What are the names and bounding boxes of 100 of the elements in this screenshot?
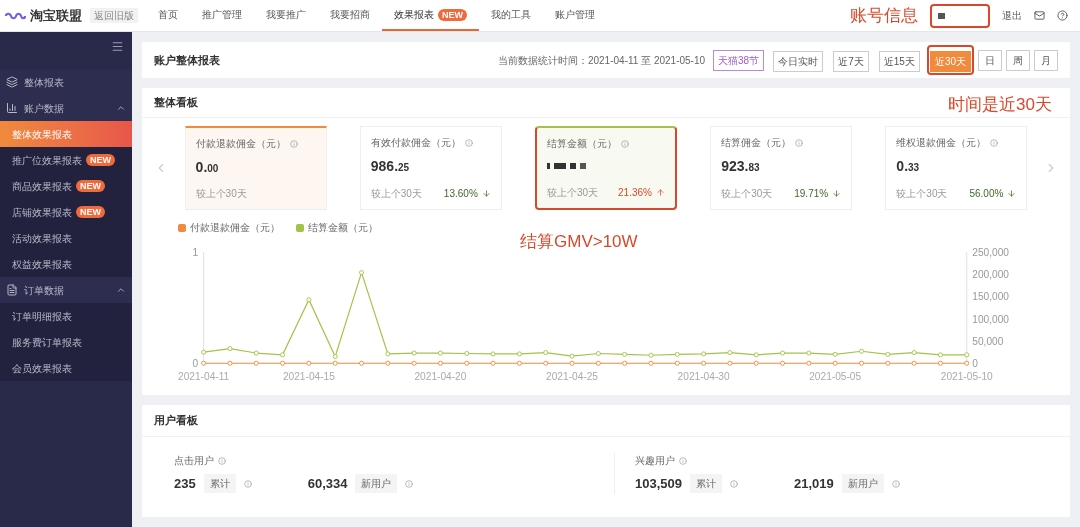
range-button[interactable]: 近7天 — [833, 51, 869, 72]
mail-icon[interactable] — [1034, 10, 1045, 21]
compare-label: 较上个30天 — [896, 187, 948, 201]
axis-label: 2021-04-15 — [282, 370, 335, 382]
panel-title: 整体看板 — [154, 95, 198, 111]
granularity-button[interactable]: 日 — [978, 49, 1002, 71]
report-title: 账户整体报表 — [154, 52, 220, 68]
axis-label: 2021-04-30 — [677, 370, 730, 382]
logout-link[interactable]: 退出 — [1002, 8, 1022, 23]
sidebar-group[interactable]: 整体报表 — [0, 69, 132, 95]
metric-value: 0.00 — [195, 159, 220, 177]
axis-label: 100,000 — [972, 313, 1009, 325]
info-icon[interactable] — [620, 139, 629, 148]
sidebar-group[interactable]: 账户数据 — [0, 95, 132, 121]
axis-label: 250,000 — [972, 246, 1009, 258]
metric-value: 0.33 — [896, 158, 921, 176]
stat-value: 60,334 — [307, 475, 348, 493]
new-badge: NEW — [86, 154, 115, 166]
nav-tab[interactable]: 效果报表 NEW — [382, 0, 479, 31]
axis-label: 50,000 — [972, 335, 1004, 347]
redacted-account-icon — [938, 12, 945, 19]
metric-title: 付款退款佣金（元） — [195, 137, 286, 151]
nav-tab[interactable]: 首页 — [146, 0, 190, 31]
metric-card[interactable]: 结算佣金（元） 923.83 较上个30天 19.71% — [710, 126, 853, 210]
nav-tab[interactable]: 我的工具 — [479, 0, 543, 31]
axis-label: 1 — [192, 246, 199, 258]
metric-card[interactable]: 有效付款佣金（元） 986.25 较上个30天 13.60% — [359, 126, 502, 210]
info-icon[interactable] — [464, 138, 473, 147]
info-icon[interactable] — [990, 138, 999, 147]
info-icon[interactable] — [679, 456, 687, 465]
document-icon — [6, 284, 18, 296]
sidebar-item[interactable]: 店铺效果报表 NEW — [0, 199, 132, 225]
new-badge: NEW — [76, 180, 105, 192]
nav-tab[interactable]: 推广管理 — [190, 0, 254, 31]
axis-label: 2021-04-11 — [178, 370, 230, 382]
stat-tag: 累计 — [690, 474, 722, 494]
new-badge: NEW — [76, 206, 105, 218]
axis-label: 2021-04-20 — [414, 370, 467, 382]
sidebar-item[interactable]: 订单明细报表 — [0, 303, 132, 329]
legend-label: 结算金额（元） — [308, 221, 378, 235]
axis-label: 2021-05-10 — [940, 370, 993, 382]
axis-label: 2021-04-25 — [546, 370, 598, 382]
stat-title: 兴趣用户 — [635, 454, 675, 468]
sidebar-group[interactable]: 订单数据 — [0, 277, 132, 303]
sidebar-item[interactable]: 商品效果报表 NEW — [0, 173, 132, 199]
info-icon[interactable] — [218, 456, 226, 465]
granularity-button[interactable]: 月 — [1034, 49, 1058, 71]
metric-card[interactable]: 结算金额（元） 较上个30天 21.36% — [534, 126, 677, 210]
compare-label: 较上个30天 — [721, 187, 773, 201]
metric-card[interactable]: 付款退款佣金（元） 0.00 较上个30天 — [184, 126, 327, 210]
sidebar-item[interactable]: 活动效果报表 — [0, 225, 132, 251]
period-text: 当前数据统计时间：2021-04-11 至 2021-05-10 — [497, 53, 706, 68]
axis-label: 0 — [192, 357, 199, 369]
promo-badge[interactable]: 天猫38节 — [713, 49, 765, 71]
axis-label: 2021-05-05 — [809, 370, 862, 382]
metric-title: 维权退款佣金（元） — [896, 136, 987, 150]
annotation-text: 结算GMV>10W — [520, 231, 638, 253]
layers-icon — [6, 76, 18, 88]
info-icon[interactable] — [891, 479, 900, 488]
stat-tag: 新用户 — [355, 474, 398, 494]
change-value: 56.00% — [969, 187, 1004, 201]
nav-tab[interactable]: 我要招商 — [318, 0, 382, 31]
sidebar-item[interactable]: 会员效果报表 — [0, 355, 132, 381]
info-icon[interactable] — [289, 139, 298, 148]
change-value: 13.60% — [443, 187, 478, 201]
stat-value: 103,509 — [635, 475, 682, 493]
sidebar-item[interactable]: 服务费订单报表 — [0, 329, 132, 355]
change-value: 19.71% — [794, 187, 829, 201]
nav-tab[interactable]: 账户管理 — [543, 0, 607, 31]
compare-label: 较上个30天 — [195, 187, 247, 201]
annotation-text: 账号信息 — [850, 5, 918, 27]
stat-title: 点击用户 — [174, 454, 214, 468]
menu-icon[interactable] — [111, 40, 124, 53]
stat-value: 235 — [174, 475, 196, 493]
compare-label: 较上个30天 — [370, 187, 422, 201]
stat-tag: 累计 — [203, 474, 236, 494]
panel-title: 用户看板 — [154, 413, 198, 429]
sidebar-item[interactable]: 权益效果报表 — [0, 251, 132, 277]
info-icon[interactable] — [405, 479, 414, 488]
change-value: 21.36% — [618, 186, 652, 200]
chevron-up-icon — [116, 285, 126, 295]
info-icon[interactable] — [243, 479, 252, 488]
range-button[interactable]: 近15天 — [878, 51, 920, 72]
granularity-button[interactable]: 周 — [1006, 49, 1030, 71]
legend-label: 付款退款佣金（元） — [190, 221, 280, 235]
metric-card[interactable]: 维权退款佣金（元） 0.33 较上个30天 56.00% — [885, 126, 1028, 210]
chart-icon — [6, 102, 18, 114]
help-icon[interactable] — [1057, 10, 1068, 21]
info-icon[interactable] — [795, 138, 804, 147]
account-info[interactable] — [930, 3, 990, 28]
range-button[interactable]: 今日实时 — [773, 51, 824, 72]
stat-tag: 新用户 — [841, 474, 884, 494]
metric-value: 923.83 — [721, 158, 761, 176]
metric-title: 结算佣金（元） — [721, 136, 792, 150]
nav-tab[interactable]: 我要推广 — [254, 0, 318, 31]
info-icon[interactable] — [730, 479, 738, 488]
sidebar-item[interactable]: 推广位效果报表 NEW — [0, 147, 132, 173]
new-badge: NEW — [438, 8, 467, 21]
axis-label: 200,000 — [972, 269, 1009, 281]
annotation-text: 时间是近30天 — [948, 94, 1052, 116]
